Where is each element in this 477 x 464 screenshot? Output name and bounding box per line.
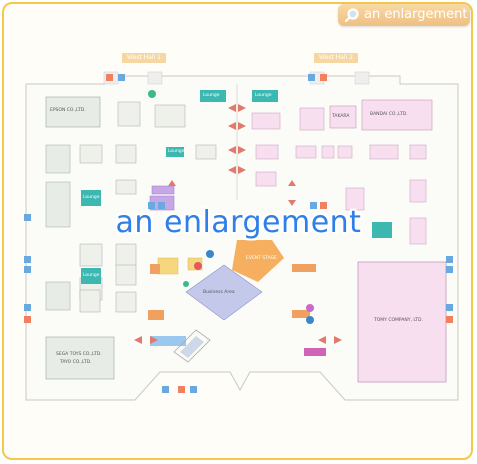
lounge-label: Lounge: [168, 149, 185, 154]
booth-epson-label: EPSON CO.,LTD.: [50, 108, 86, 113]
event-stage-label: EVENT STAGE: [246, 256, 277, 261]
booth-sega-label-2: TAYO CO.,LTD.: [60, 360, 92, 365]
lounge-label: Lounge: [83, 195, 100, 200]
booth-sega: [45, 336, 115, 380]
booth-tomy-label: TOMY COMPANY, LTD.: [374, 318, 423, 323]
booth-bandai-label: BANDAI CO.,LTD.: [370, 112, 408, 117]
lounge-label: Lounge: [255, 93, 272, 98]
lounge-label: Lounge: [203, 93, 220, 98]
lounge: [372, 222, 392, 238]
business-area-label: Business Area: [203, 290, 235, 295]
booth-sega-label: SEGA TOYS CO.,LTD.: [56, 352, 102, 357]
floor-map: [24, 71, 459, 401]
lounge-label: Lounge: [83, 273, 100, 278]
west-hall-2-label: West Hall 2: [314, 53, 358, 63]
booth-takara-label: TAKARA: [332, 114, 350, 119]
west-hall-1-label: West Hall 1: [122, 53, 166, 63]
